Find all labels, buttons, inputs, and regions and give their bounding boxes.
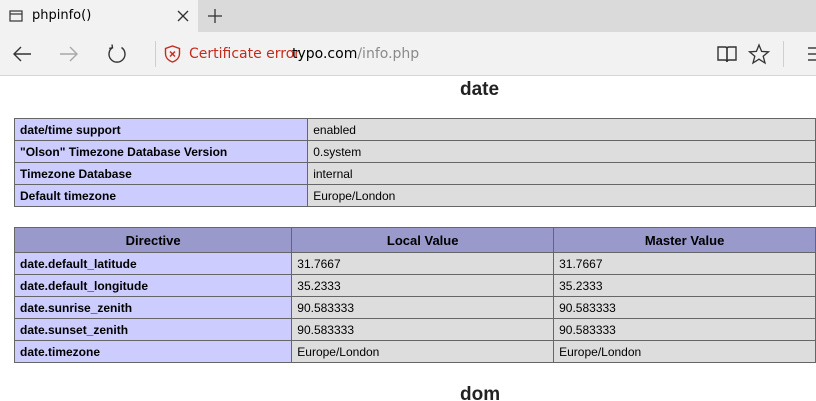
page-content: date date/time support enabled "Olson" Tim… [0, 76, 816, 401]
close-icon[interactable] [176, 9, 190, 23]
local-value-cell: 90.583333 [291, 296, 555, 319]
directive-cell: date.default_longitude [13, 274, 293, 297]
directive-cell: date.sunrise_zenith [13, 296, 293, 319]
date-info-table: date/time support enabled "Olson" Timezone… [13, 118, 816, 207]
master-value-cell: 90.583333 [553, 296, 816, 319]
url-path: /info.php [357, 46, 420, 62]
master-value-cell: 35.2333 [553, 274, 816, 297]
table-row: Default timezone Europe/London [13, 184, 816, 207]
table-row: date.sunset_zenith 90.583333 90.583333 [13, 318, 816, 341]
shield-error-icon[interactable] [164, 45, 181, 63]
info-value-cell: Europe/London [307, 184, 816, 207]
forward-arrow-icon[interactable] [58, 43, 80, 65]
info-value-cell: enabled [307, 118, 816, 141]
tab-title: phpinfo() [32, 8, 92, 23]
tab-bar: phpinfo() [0, 0, 816, 32]
master-value-cell: 31.7667 [553, 252, 816, 275]
directive-cell: date.timezone [13, 340, 293, 363]
tab-phpinfo[interactable]: phpinfo() [0, 0, 198, 32]
master-value-cell: Europe/London [553, 340, 816, 363]
info-value-cell: 0.system [307, 140, 816, 163]
directive-cell: date.default_latitude [13, 252, 293, 275]
date-directive-table: Directive Local Value Master Value date.… [13, 227, 816, 363]
header-row: Directive Local Value Master Value [13, 227, 816, 253]
column-header-local-value: Local Value [291, 227, 555, 253]
table-row: Timezone Database internal [13, 162, 816, 185]
local-value-cell: 90.583333 [291, 318, 555, 341]
section-title-dom: dom [460, 384, 501, 401]
address-bar[interactable]: typo.com/info.php [292, 46, 419, 62]
info-name-cell: Default timezone [13, 184, 309, 207]
url-host: typo.com [292, 46, 358, 62]
hub-icon[interactable] [800, 43, 816, 65]
master-value-cell: 90.583333 [553, 318, 816, 341]
column-header-master-value: Master Value [553, 227, 816, 253]
reading-view-icon[interactable] [716, 43, 738, 65]
back-arrow-icon[interactable] [11, 43, 33, 65]
table-row: date.sunrise_zenith 90.583333 90.583333 [13, 296, 816, 319]
info-name-cell: "Olson" Timezone Database Version [13, 140, 309, 163]
local-value-cell: 35.2333 [291, 274, 555, 297]
plus-icon[interactable] [207, 8, 223, 24]
table-row: date.default_longitude 35.2333 35.2333 [13, 274, 816, 297]
table-row: date.default_latitude 31.7667 31.7667 [13, 252, 816, 275]
directive-cell: date.sunset_zenith [13, 318, 293, 341]
column-header-directive: Directive [13, 227, 293, 253]
local-value-cell: 31.7667 [291, 252, 555, 275]
local-value-cell: Europe/London [291, 340, 555, 363]
info-name-cell: date/time support [13, 118, 309, 141]
table-row: date.timezone Europe/London Europe/London [13, 340, 816, 363]
page-icon [9, 10, 23, 22]
refresh-icon[interactable] [106, 43, 128, 65]
info-value-cell: internal [307, 162, 816, 185]
certificate-error-label[interactable]: Certificate error [189, 46, 300, 62]
section-title-date: date [460, 79, 500, 100]
navigation-bar: Certificate error typo.com/info.php [0, 32, 816, 76]
table-row: date/time support enabled [13, 118, 816, 141]
toolbar-separator [783, 41, 784, 67]
table-row: "Olson" Timezone Database Version 0.syste… [13, 140, 816, 163]
star-icon[interactable] [748, 43, 770, 65]
address-separator [155, 41, 156, 67]
info-name-cell: Timezone Database [13, 162, 309, 185]
